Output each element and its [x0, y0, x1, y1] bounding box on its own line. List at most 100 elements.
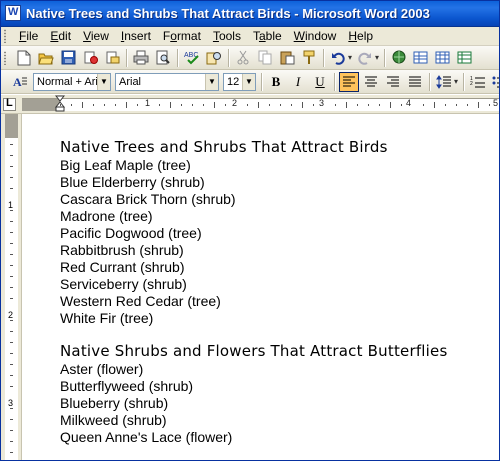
tables-borders-icon[interactable]	[411, 48, 431, 68]
vertical-ruler-tick	[10, 320, 13, 321]
ruler-tick	[401, 104, 402, 106]
horizontal-ruler[interactable]: 1 2 3 4 5	[0, 95, 500, 114]
menu-table[interactable]: Table	[247, 29, 288, 43]
align-center-button[interactable]	[361, 72, 381, 92]
email-icon[interactable]	[102, 48, 122, 68]
ruler-number: 4	[406, 98, 412, 108]
word-app-icon[interactable]	[5, 5, 21, 21]
vertical-ruler[interactable]: 1 2 3	[0, 114, 22, 461]
insert-hyperlink-icon[interactable]	[389, 48, 409, 68]
vertical-ruler-tick	[10, 430, 13, 431]
ruler-number: 5	[493, 98, 499, 108]
align-left-button[interactable]	[339, 71, 359, 92]
section-heading-butterflies: Native Shrubs and Flowers That Attract B…	[60, 342, 448, 360]
redo-dropdown-icon[interactable]: ▾	[375, 53, 379, 62]
chevron-down-icon[interactable]: ▼	[242, 73, 255, 90]
menu-tools[interactable]: Tools	[207, 29, 247, 43]
insert-excel-icon[interactable]	[455, 48, 475, 68]
permission-icon[interactable]	[80, 48, 100, 68]
vertical-ruler-tick	[10, 386, 13, 387]
title-bar[interactable]: Native Trees and Shrubs That Attract Bir…	[0, 0, 500, 27]
list-item: Big Leaf Maple (tree)	[60, 157, 191, 173]
vertical-ruler-tick	[10, 364, 13, 365]
ruler-tick	[302, 102, 303, 108]
vertical-ruler-tick	[10, 342, 13, 343]
svg-text:2: 2	[470, 81, 473, 87]
italic-button[interactable]: I	[288, 72, 308, 92]
ruler-tick	[489, 104, 490, 106]
ruler-tick	[467, 104, 468, 106]
toolbar-separator	[177, 48, 178, 67]
undo-dropdown-icon[interactable]: ▾	[348, 53, 352, 62]
document-body[interactable]: Native Trees and Shrubs That Attract Bir…	[60, 138, 448, 446]
justify-button[interactable]	[405, 72, 425, 92]
format-painter-icon[interactable]	[299, 48, 319, 68]
menu-view[interactable]: View	[77, 29, 115, 43]
bold-button[interactable]: B	[266, 72, 286, 92]
styles-formatting-icon[interactable]: A	[10, 72, 30, 92]
align-center-icon	[365, 76, 377, 86]
ruler-tick	[82, 102, 83, 108]
vertical-ruler-tick	[10, 177, 13, 178]
line-spacing-icon[interactable]	[434, 72, 454, 92]
new-document-icon[interactable]	[14, 48, 34, 68]
tab-selector[interactable]	[3, 97, 16, 111]
ruler-tick	[71, 104, 72, 106]
bullets-icon[interactable]	[490, 72, 500, 92]
menubar-gripper[interactable]	[3, 29, 7, 43]
font-size-value: 12	[227, 75, 240, 88]
ruler-tick	[280, 104, 281, 106]
ruler-tick	[104, 104, 105, 106]
align-right-button[interactable]	[383, 72, 403, 92]
menu-window[interactable]: Window	[288, 29, 343, 43]
print-icon[interactable]	[131, 48, 151, 68]
insert-table-icon[interactable]	[433, 48, 453, 68]
vertical-ruler-tick	[10, 188, 13, 189]
copy-icon[interactable]	[255, 48, 275, 68]
spelling-grammar-icon[interactable]: ABC	[182, 48, 202, 68]
list-item: Aster (flower)	[60, 361, 144, 377]
print-preview-icon[interactable]	[153, 48, 173, 68]
vertical-ruler-tick	[10, 243, 13, 244]
undo-icon[interactable]	[328, 48, 348, 68]
font-value: Arial	[119, 75, 142, 88]
vertical-ruler-tick	[10, 144, 13, 145]
ruler-tick	[60, 104, 61, 106]
research-icon[interactable]	[204, 48, 224, 68]
font-combo[interactable]: Arial ▼	[115, 72, 219, 91]
font-size-combo[interactable]: 12 ▼	[223, 72, 256, 91]
list-item: Madrone (tree)	[60, 208, 153, 224]
redo-icon[interactable]	[355, 48, 375, 68]
list-item: Pacific Dogwood (tree)	[60, 225, 202, 241]
list-item: White Fir (tree)	[60, 310, 154, 326]
ruler-tick	[159, 104, 160, 106]
toolbar-gripper[interactable]	[3, 50, 7, 65]
cut-icon[interactable]	[233, 48, 253, 68]
ruler-tick	[445, 104, 446, 106]
menu-file[interactable]: File	[13, 29, 44, 43]
window-title: Native Trees and Shrubs That Attract Bir…	[26, 5, 430, 21]
underline-button[interactable]: U	[310, 72, 330, 92]
ruler-tick	[192, 104, 193, 106]
ruler-tick	[181, 104, 182, 106]
line-spacing-dropdown-icon[interactable]: ▾	[454, 77, 458, 86]
ruler-tick	[357, 104, 358, 106]
menu-bar: File Edit View Insert Format Tools Table…	[0, 27, 500, 46]
chevron-down-icon[interactable]: ▼	[97, 73, 110, 90]
menu-format[interactable]: Format	[157, 29, 207, 43]
chevron-down-icon[interactable]: ▼	[205, 73, 218, 90]
open-folder-icon[interactable]	[36, 48, 56, 68]
menu-help[interactable]: Help	[342, 29, 379, 43]
paste-icon[interactable]	[277, 48, 297, 68]
menu-insert[interactable]: Insert	[115, 29, 157, 43]
ruler-tick	[225, 104, 226, 106]
ruler-tick	[478, 102, 479, 108]
document-page[interactable]: Native Trees and Shrubs That Attract Bir…	[23, 114, 500, 461]
save-disk-icon[interactable]	[58, 48, 78, 68]
ruler-tick	[346, 102, 347, 108]
style-combo[interactable]: Normal + Arial ▼	[33, 72, 111, 91]
toolbar-separator	[323, 48, 324, 67]
menu-edit[interactable]: Edit	[44, 29, 77, 43]
vertical-ruler-strip: 1 2 3	[5, 114, 18, 461]
numbering-icon[interactable]: 12	[468, 72, 488, 92]
